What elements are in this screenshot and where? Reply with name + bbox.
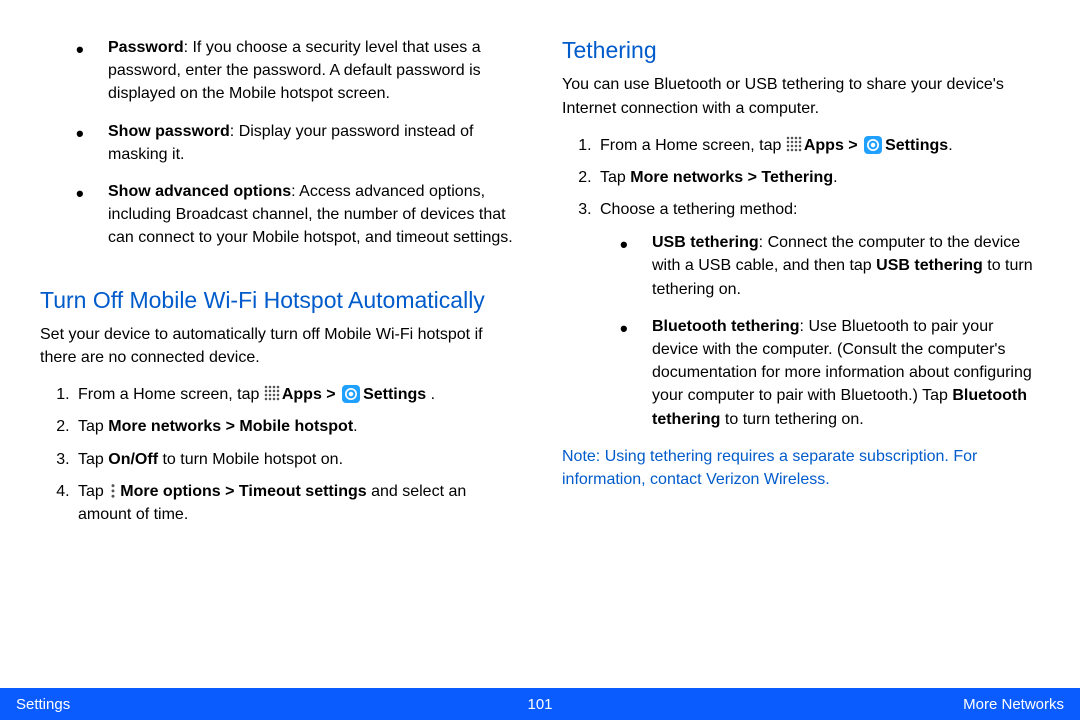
settings-gear-icon: [864, 136, 882, 154]
more-options-icon: [108, 482, 118, 498]
t-step-1-apps: Apps >: [804, 137, 862, 154]
t-step-3-text: Choose a tethering method:: [600, 201, 797, 218]
left-column: Password: If you choose a security level…: [0, 0, 542, 688]
step-1-pre: From a Home screen, tap: [78, 386, 264, 403]
t-step-2-pre: Tap: [600, 169, 630, 186]
footer-right: More Networks: [963, 696, 1064, 713]
step-2: Tap More networks > Mobile hotspot.: [74, 415, 522, 438]
right-column: Tethering You can use Bluetooth or USB t…: [542, 0, 1080, 688]
t-step-1-pre: From a Home screen, tap: [600, 137, 786, 154]
turn-off-steps: From a Home screen, tap Apps > Settings …: [40, 383, 522, 526]
bullet-show-password: Show password: Display your password ins…: [76, 120, 522, 166]
page-body: Password: If you choose a security level…: [0, 0, 1080, 688]
apps-grid-icon: [264, 385, 280, 401]
step-3: Tap On/Off to turn Mobile hotspot on.: [74, 448, 522, 471]
heading-turn-off-hotspot: Turn Off Mobile Wi-Fi Hotspot Automatica…: [40, 284, 522, 317]
tethering-note: Note: Using tethering requires a separat…: [562, 445, 1044, 491]
bullet-password: Password: If you choose a security level…: [76, 36, 522, 106]
t-step-2-post: .: [833, 169, 837, 186]
method-usb: USB tethering: Connect the computer to t…: [620, 231, 1044, 301]
step-1: From a Home screen, tap Apps > Settings …: [74, 383, 522, 406]
note-label: Note: [562, 448, 596, 465]
method-bluetooth: Bluetooth tethering: Use Bluetooth to pa…: [620, 315, 1044, 431]
step-3-post: to turn Mobile hotspot on.: [158, 451, 343, 468]
method-usb-label: USB tethering: [652, 234, 759, 251]
footer-left: Settings: [16, 696, 70, 713]
method-bt-label: Bluetooth tethering: [652, 318, 800, 335]
note-text: : Using tethering requires a separate su…: [562, 448, 977, 488]
hotspot-config-bullets: Password: If you choose a security level…: [40, 36, 522, 250]
page-footer: Settings 101 More Networks: [0, 688, 1080, 720]
turn-off-intro: Set your device to automatically turn of…: [40, 323, 522, 369]
settings-gear-icon: [342, 385, 360, 403]
bullet-password-label: Password: [108, 39, 184, 56]
t-step-1-post: .: [948, 137, 952, 154]
step-2-post: .: [353, 418, 357, 435]
method-usb-bold2: USB tethering: [876, 257, 983, 274]
footer-page-number: 101: [0, 696, 1080, 713]
tethering-steps: From a Home screen, tap Apps > Settings.…: [562, 134, 1044, 431]
step-1-apps: Apps >: [282, 386, 340, 403]
step-4: Tap More options > Timeout settings and …: [74, 480, 522, 526]
step-1-settings: Settings: [363, 386, 426, 403]
step-4-bold: More options > Timeout settings: [120, 483, 366, 500]
t-step-2-bold: More networks > Tethering: [630, 169, 833, 186]
apps-grid-icon: [786, 136, 802, 152]
tethering-intro: You can use Bluetooth or USB tethering t…: [562, 73, 1044, 119]
step-4-pre: Tap: [78, 483, 108, 500]
step-1-post: .: [426, 386, 435, 403]
method-bt-t2: to turn tethering on.: [720, 411, 863, 428]
t-step-2: Tap More networks > Tethering.: [596, 166, 1044, 189]
step-2-bold: More networks > Mobile hotspot: [108, 418, 353, 435]
bullet-advanced-label: Show advanced options: [108, 183, 291, 200]
step-3-pre: Tap: [78, 451, 108, 468]
step-3-bold: On/Off: [108, 451, 158, 468]
heading-tethering: Tethering: [562, 34, 1044, 67]
step-2-pre: Tap: [78, 418, 108, 435]
t-step-3: Choose a tethering method: USB tethering…: [596, 198, 1044, 431]
t-step-1: From a Home screen, tap Apps > Settings.: [596, 134, 1044, 157]
t-step-1-settings: Settings: [885, 137, 948, 154]
bullet-show-password-label: Show password: [108, 123, 230, 140]
tethering-methods: USB tethering: Connect the computer to t…: [600, 231, 1044, 431]
bullet-advanced: Show advanced options: Access advanced o…: [76, 180, 522, 250]
